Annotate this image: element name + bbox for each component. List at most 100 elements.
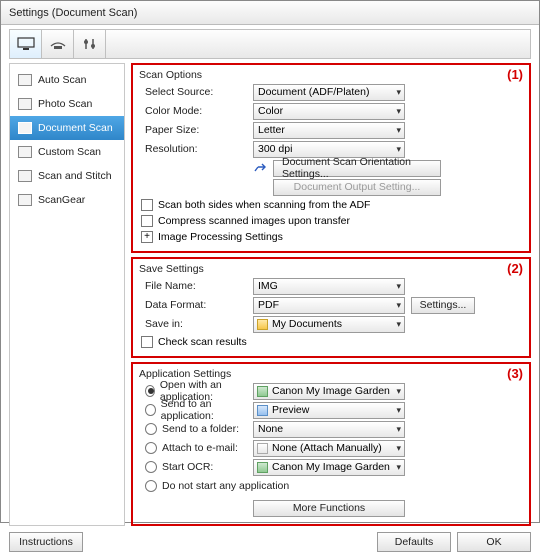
combo-value: PDF bbox=[258, 299, 279, 311]
panel-app-settings: (3) Application Settings Open with an ap… bbox=[131, 362, 531, 526]
checkbox-icon bbox=[141, 336, 153, 348]
sidebar-item-label: Scan and Stitch bbox=[38, 170, 112, 182]
app-icon bbox=[257, 462, 268, 473]
panel-number-3: (3) bbox=[507, 366, 523, 381]
send-folder-combo[interactable]: None bbox=[253, 421, 405, 438]
checkbox-icon bbox=[141, 199, 153, 211]
save-in-label: Save in: bbox=[139, 318, 253, 330]
sidebar-item-label: Auto Scan bbox=[38, 74, 86, 86]
panel-number-2: (2) bbox=[507, 261, 523, 276]
sidebar-item-scangear[interactable]: ScanGear bbox=[10, 188, 124, 212]
compress-checkbox-row[interactable]: Compress scanned images upon transfer bbox=[139, 213, 523, 229]
doc-icon bbox=[18, 122, 32, 134]
folder-icon bbox=[257, 319, 268, 330]
mail-icon bbox=[257, 443, 268, 454]
radio-label: Attach to e-mail: bbox=[162, 442, 238, 454]
color-mode-label: Color Mode: bbox=[139, 105, 253, 117]
paper-size-combo[interactable]: Letter bbox=[253, 122, 405, 139]
sidebar: Auto Scan Photo Scan Document Scan Custo… bbox=[9, 63, 125, 526]
doc-icon bbox=[18, 146, 32, 158]
sidebar-item-scan-stitch[interactable]: Scan and Stitch bbox=[10, 164, 124, 188]
sidebar-item-label: Document Scan bbox=[38, 122, 113, 134]
select-source-combo[interactable]: Document (ADF/Platen) bbox=[253, 84, 405, 101]
combo-value: None (Attach Manually) bbox=[272, 442, 382, 454]
doc-icon bbox=[18, 194, 32, 206]
orientation-settings-button[interactable]: Document Scan Orientation Settings... bbox=[273, 160, 441, 177]
checkbox-label: Scan both sides when scanning from the A… bbox=[158, 199, 370, 211]
toolbar-scanner-tab[interactable] bbox=[10, 30, 42, 58]
button-label: Defaults bbox=[395, 536, 434, 548]
sidebar-item-document-scan[interactable]: Document Scan bbox=[10, 116, 124, 140]
paper-size-label: Paper Size: bbox=[139, 124, 253, 136]
combo-value: 300 dpi bbox=[258, 143, 292, 155]
doc-icon bbox=[18, 98, 32, 110]
file-name-label: File Name: bbox=[139, 280, 253, 292]
radio-label: Start OCR: bbox=[162, 461, 213, 473]
resolution-label: Resolution: bbox=[139, 143, 253, 155]
button-label: Document Scan Orientation Settings... bbox=[282, 156, 432, 180]
combo-value: Preview bbox=[272, 404, 309, 416]
panel-number-1: (1) bbox=[507, 67, 523, 82]
combo-value: Canon My Image Garden bbox=[272, 461, 390, 473]
plus-icon: + bbox=[141, 231, 153, 243]
radio-send-folder[interactable] bbox=[145, 423, 157, 435]
sidebar-item-label: Photo Scan bbox=[38, 98, 92, 110]
combo-value: Document (ADF/Platen) bbox=[258, 86, 369, 98]
save-settings-heading: Save Settings bbox=[139, 263, 523, 275]
toolbar-prefs-tab[interactable] bbox=[74, 30, 106, 58]
file-name-combo[interactable]: IMG bbox=[253, 278, 405, 295]
color-mode-combo[interactable]: Color bbox=[253, 103, 405, 120]
sidebar-item-auto-scan[interactable]: Auto Scan bbox=[10, 68, 124, 92]
checkbox-icon bbox=[141, 215, 153, 227]
checkbox-label: Check scan results bbox=[158, 336, 247, 348]
ok-button[interactable]: OK bbox=[457, 532, 531, 552]
resolution-combo[interactable]: 300 dpi bbox=[253, 141, 405, 158]
sliders-icon bbox=[81, 37, 99, 51]
radio-send-app[interactable] bbox=[145, 404, 156, 416]
send-app-combo[interactable]: Preview bbox=[253, 402, 405, 419]
scanner-icon bbox=[49, 37, 67, 51]
instructions-button[interactable]: Instructions bbox=[9, 532, 83, 552]
radio-label: Do not start any application bbox=[162, 480, 289, 492]
button-label: Document Output Setting... bbox=[294, 181, 421, 193]
data-format-settings-button[interactable]: Settings... bbox=[411, 297, 475, 314]
radio-do-not-start[interactable] bbox=[145, 480, 157, 492]
radio-start-ocr[interactable] bbox=[145, 461, 157, 473]
preview-icon bbox=[257, 405, 268, 416]
scan-options-heading: Scan Options bbox=[139, 69, 523, 81]
toolbar-platen-tab[interactable] bbox=[42, 30, 74, 58]
defaults-button[interactable]: Defaults bbox=[377, 532, 451, 552]
combo-value: Letter bbox=[258, 124, 285, 136]
radio-open-with[interactable] bbox=[145, 385, 155, 397]
data-format-label: Data Format: bbox=[139, 299, 253, 311]
radio-label: Send to a folder: bbox=[162, 423, 239, 435]
combo-value: My Documents bbox=[272, 318, 342, 330]
check-results-checkbox-row[interactable]: Check scan results bbox=[139, 334, 523, 350]
top-toolbar bbox=[9, 29, 531, 59]
radio-attach-email[interactable] bbox=[145, 442, 157, 454]
doc-icon bbox=[18, 74, 32, 86]
more-functions-button[interactable]: More Functions bbox=[253, 500, 405, 517]
window-title: Settings (Document Scan) bbox=[9, 7, 137, 19]
sidebar-item-photo-scan[interactable]: Photo Scan bbox=[10, 92, 124, 116]
start-ocr-combo[interactable]: Canon My Image Garden bbox=[253, 459, 405, 476]
data-format-combo[interactable]: PDF bbox=[253, 297, 405, 314]
expander-label: Image Processing Settings bbox=[158, 231, 283, 243]
button-label: Instructions bbox=[19, 536, 73, 548]
combo-value: Color bbox=[258, 105, 283, 117]
scan-both-sides-checkbox-row[interactable]: Scan both sides when scanning from the A… bbox=[139, 197, 523, 213]
open-with-combo[interactable]: Canon My Image Garden bbox=[253, 383, 405, 400]
image-processing-expander[interactable]: + Image Processing Settings bbox=[139, 229, 523, 245]
orientation-link-icon bbox=[253, 162, 267, 174]
doc-icon bbox=[18, 170, 32, 182]
sidebar-item-label: ScanGear bbox=[38, 194, 85, 206]
attach-email-combo[interactable]: None (Attach Manually) bbox=[253, 440, 405, 457]
panel-save-settings: (2) Save Settings File Name: IMG Data For… bbox=[131, 257, 531, 358]
sidebar-item-label: Custom Scan bbox=[38, 146, 101, 158]
save-in-combo[interactable]: My Documents bbox=[253, 316, 405, 333]
combo-value: IMG bbox=[258, 280, 278, 292]
footer: Instructions Defaults OK bbox=[9, 532, 531, 552]
sidebar-item-custom-scan[interactable]: Custom Scan bbox=[10, 140, 124, 164]
titlebar: Settings (Document Scan) bbox=[1, 1, 539, 25]
button-label: OK bbox=[486, 536, 501, 548]
